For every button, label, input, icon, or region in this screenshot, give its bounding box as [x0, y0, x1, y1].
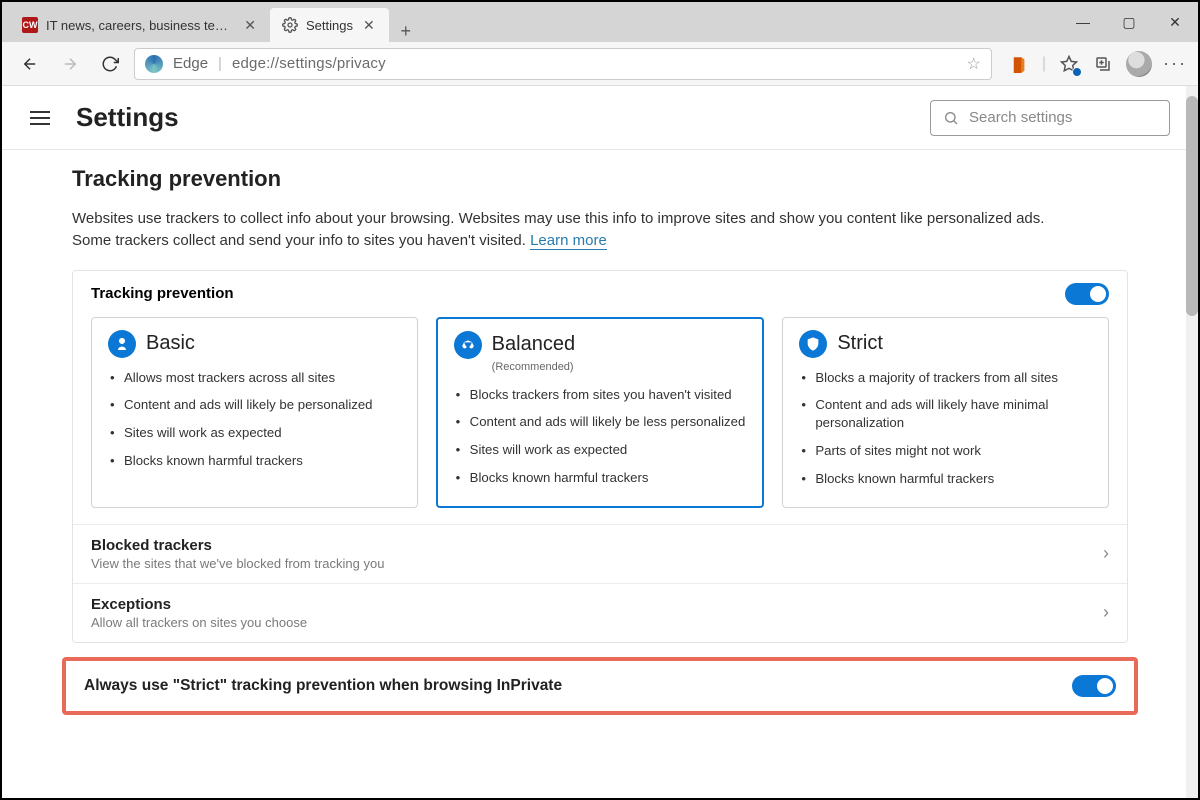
bullet: Blocks known harmful trackers [454, 464, 747, 492]
address-bar[interactable]: Edge | edge://settings/privacy ☆ [134, 48, 992, 80]
favicon-cw: CW [22, 17, 38, 33]
strict-inprivate-toggle[interactable] [1072, 675, 1116, 697]
bullet: Content and ads will likely be personali… [108, 391, 401, 419]
level-bullets: Blocks a majority of trackers from all s… [799, 364, 1092, 493]
strict-icon [799, 330, 827, 358]
profile-avatar[interactable] [1126, 51, 1152, 77]
tab-settings[interactable]: Settings ✕ [270, 8, 389, 42]
tracking-toggle-label: Tracking prevention [91, 285, 234, 302]
scrollbar-track[interactable] [1186, 86, 1198, 798]
exceptions-row[interactable]: Exceptions Allow all trackers on sites y… [73, 583, 1127, 642]
settings-header: Settings Search settings [2, 86, 1198, 150]
collections-icon[interactable] [1092, 53, 1114, 75]
separator: | [218, 55, 222, 72]
level-balanced[interactable]: Balanced (Recommended) Blocks trackers f… [436, 317, 765, 508]
favorite-star-icon[interactable]: ☆ [967, 54, 981, 74]
forward-button[interactable] [54, 48, 86, 80]
menu-button[interactable] [30, 104, 58, 132]
window-controls: — ▢ ✕ [1060, 2, 1198, 42]
level-bullets: Blocks trackers from sites you haven't v… [454, 381, 747, 492]
tab-it-news[interactable]: CW IT news, careers, business technology… [10, 8, 270, 42]
tab-title: Settings [306, 18, 353, 33]
chevron-right-icon: › [1103, 602, 1109, 623]
search-settings-input[interactable]: Search settings [930, 100, 1170, 136]
tracking-prevention-section: Tracking prevention Websites use tracker… [2, 150, 1198, 643]
scrollbar-thumb[interactable] [1186, 96, 1198, 316]
close-window-button[interactable]: ✕ [1152, 2, 1198, 42]
balanced-icon [454, 331, 482, 359]
level-basic[interactable]: Basic Allows most trackers across all si… [91, 317, 418, 508]
tab-strip: CW IT news, careers, business technology… [2, 2, 1060, 42]
search-placeholder: Search settings [969, 109, 1072, 126]
row-title: Exceptions [91, 596, 307, 613]
section-description: Websites use trackers to collect info ab… [72, 208, 1072, 252]
settings-page: Settings Search settings Tracking preven… [2, 86, 1198, 798]
window-titlebar: CW IT news, careers, business technology… [2, 2, 1198, 42]
row-subtitle: Allow all trackers on sites you choose [91, 615, 307, 630]
toolbar-actions: | ··· [1000, 51, 1186, 77]
page-title: Settings [76, 102, 179, 133]
bullet: Blocks a majority of trackers from all s… [799, 364, 1092, 392]
tracking-toggle-row: Tracking prevention [73, 271, 1127, 317]
bullet: Blocks trackers from sites you haven't v… [454, 381, 747, 409]
level-title: Basic [146, 332, 195, 355]
level-title: Strict [837, 332, 883, 355]
site-identity-label: Edge [173, 55, 208, 72]
browser-toolbar: Edge | edge://settings/privacy ☆ | ··· [2, 42, 1198, 86]
close-tab-icon[interactable]: ✕ [361, 17, 377, 34]
refresh-button[interactable] [94, 48, 126, 80]
tracking-card: Tracking prevention Basic Allows most tr… [72, 270, 1128, 643]
edge-logo-icon [145, 55, 163, 73]
tracking-levels: Basic Allows most trackers across all si… [73, 317, 1127, 524]
row-subtitle: View the sites that we've blocked from t… [91, 556, 384, 571]
bullet: Parts of sites might not work [799, 437, 1092, 465]
favorites-menu-icon[interactable] [1058, 53, 1080, 75]
maximize-button[interactable]: ▢ [1106, 2, 1152, 42]
level-title: Balanced [492, 333, 575, 356]
basic-icon [108, 330, 136, 358]
strict-inprivate-label: Always use "Strict" tracking prevention … [84, 677, 562, 695]
office-extension-icon[interactable] [1008, 53, 1030, 75]
new-tab-button[interactable]: + [389, 21, 423, 42]
minimize-button[interactable]: — [1060, 2, 1106, 42]
level-bullets: Allows most trackers across all sites Co… [108, 364, 401, 475]
gear-icon [282, 17, 298, 33]
bullet: Blocks known harmful trackers [799, 465, 1092, 493]
bullet: Content and ads will likely have minimal… [799, 391, 1092, 437]
strict-inprivate-row: Always use "Strict" tracking prevention … [62, 657, 1138, 715]
bullet: Sites will work as expected [108, 419, 401, 447]
back-button[interactable] [14, 48, 46, 80]
bullet: Blocks known harmful trackers [108, 447, 401, 475]
tab-title: IT news, careers, business technology [46, 18, 234, 33]
bullet: Allows most trackers across all sites [108, 364, 401, 392]
section-heading: Tracking prevention [72, 166, 1128, 192]
separator: | [1042, 55, 1046, 73]
tracking-toggle[interactable] [1065, 283, 1109, 305]
bullet: Content and ads will likely be less pers… [454, 408, 747, 436]
bullet: Sites will work as expected [454, 436, 747, 464]
recommended-label: (Recommended) [492, 361, 747, 373]
search-icon [943, 110, 959, 126]
row-title: Blocked trackers [91, 537, 384, 554]
learn-more-link[interactable]: Learn more [530, 232, 607, 250]
close-tab-icon[interactable]: ✕ [242, 17, 258, 34]
blocked-trackers-row[interactable]: Blocked trackers View the sites that we'… [73, 524, 1127, 583]
more-menu-icon[interactable]: ··· [1164, 53, 1186, 75]
level-strict[interactable]: Strict Blocks a majority of trackers fro… [782, 317, 1109, 508]
url-text: edge://settings/privacy [232, 55, 386, 72]
chevron-right-icon: › [1103, 543, 1109, 564]
